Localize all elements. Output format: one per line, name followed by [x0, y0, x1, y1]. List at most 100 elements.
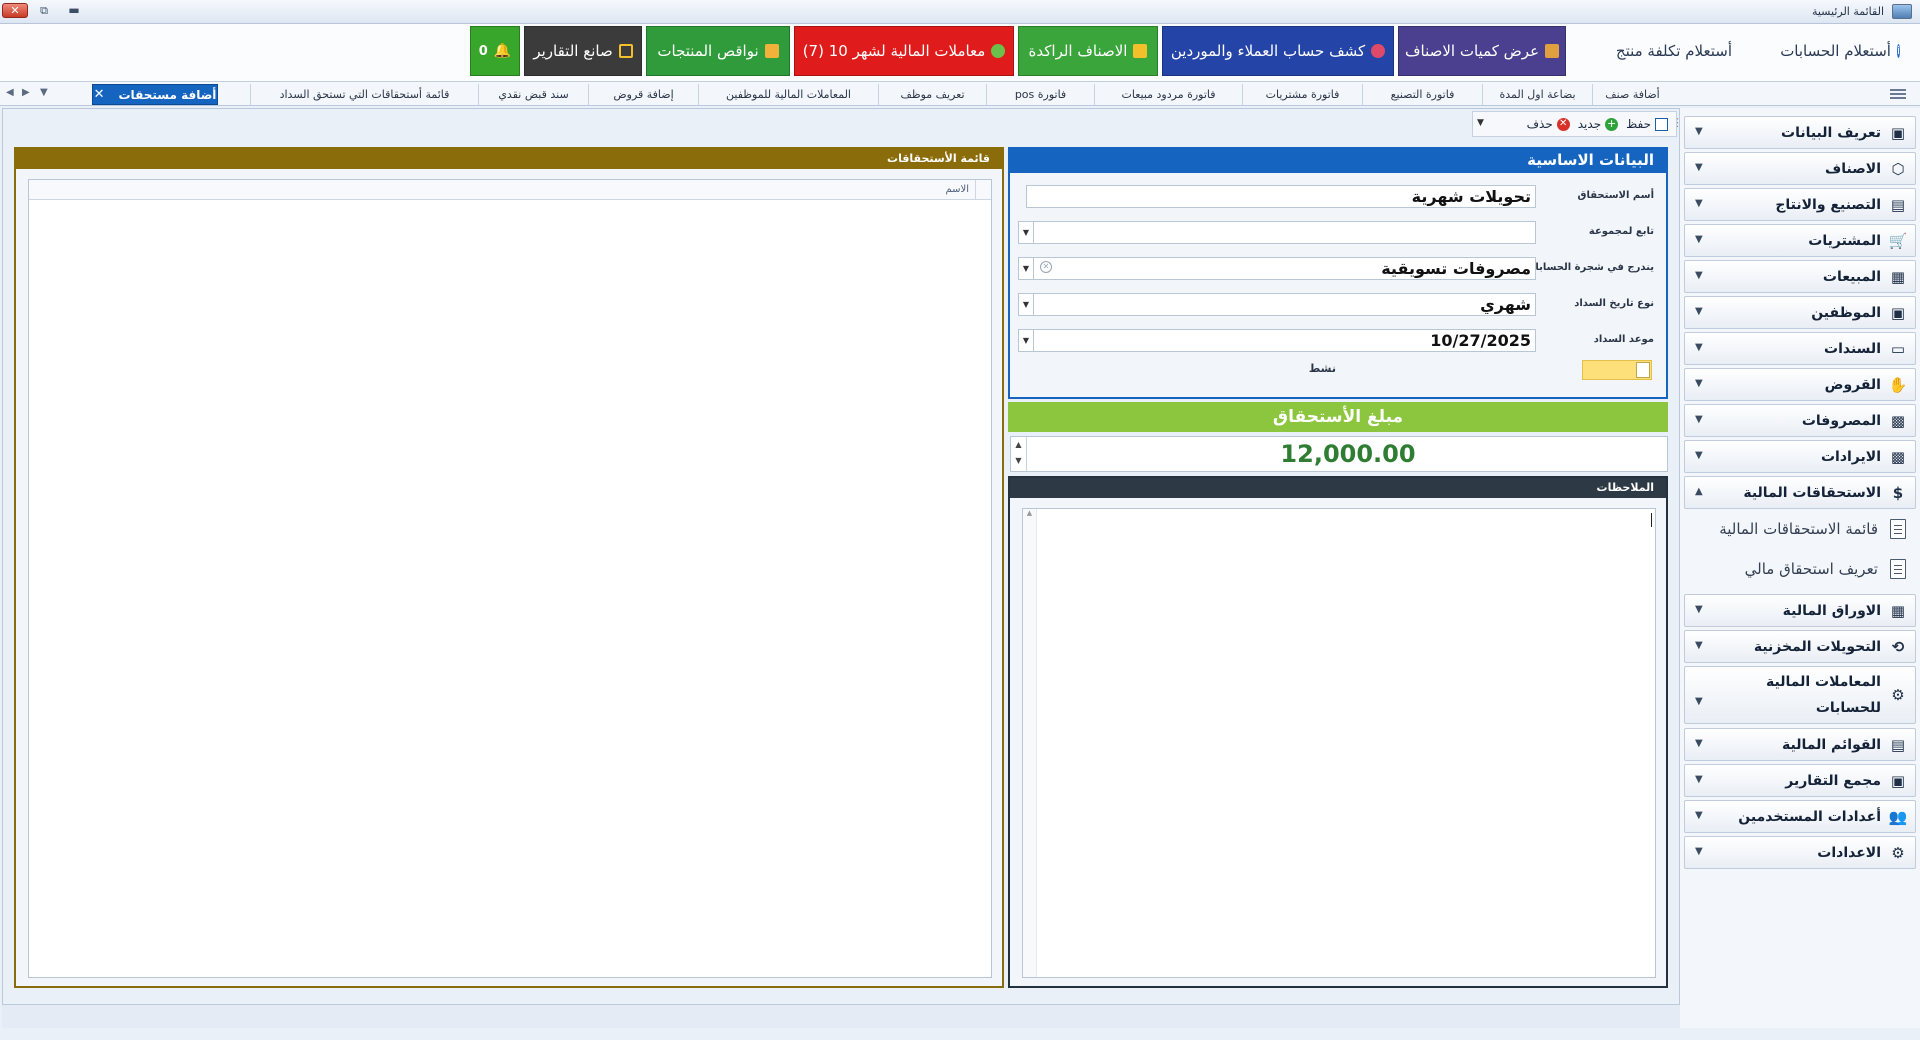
tab-scroll-left-icon[interactable]: ◀	[6, 87, 14, 98]
product-shortages-label: نواقص المنتجات	[657, 42, 759, 60]
account-tree-select[interactable]: مصروفات تسويقية	[1026, 257, 1536, 280]
notes-scrollbar[interactable]: ▲	[1023, 509, 1037, 977]
report-maker-button[interactable]: صانع التقارير	[524, 26, 642, 76]
chevron-down-icon: ▼	[1695, 378, 1703, 389]
tab-label: إضافة قروض	[613, 88, 674, 101]
due-name-input[interactable]: تحويلات شهرية	[1026, 185, 1536, 208]
sidebar-item-manufacturing[interactable]: ▤ التصنيع والانتاج ▼	[1684, 188, 1916, 221]
sidebar-subitem-dues-list[interactable]: قائمة الاستحقاقات المالية	[1696, 512, 1906, 546]
tab-opening-stock[interactable]: بضاعة اول المدة	[1482, 84, 1592, 105]
sidebar-item-financial-statements[interactable]: ▤ القوائم المالية ▼	[1684, 728, 1916, 761]
tab-add-item[interactable]: أضافة صنف	[1592, 84, 1672, 105]
restore-window-button[interactable]: ⧉	[34, 4, 54, 18]
toolbar-dropdown-icon[interactable]: ▼	[1477, 118, 1484, 128]
tab-purchase-invoice[interactable]: فاتورة مشتريات	[1242, 84, 1362, 105]
group-select[interactable]	[1026, 221, 1536, 244]
column-name-header[interactable]: الاسم	[945, 184, 969, 195]
sidebar-item-settings[interactable]: ⚙ الاعدادات ▼	[1684, 836, 1916, 869]
chevron-down-icon: ▼	[1695, 846, 1703, 857]
calendar-dropdown-icon[interactable]: ▼	[1018, 329, 1034, 352]
minimize-window-button[interactable]: ▬	[64, 4, 84, 18]
revenues-icon: ▩	[1890, 447, 1906, 466]
new-button[interactable]: + جديد	[1578, 116, 1619, 131]
sidebar-item-loans[interactable]: ✋ القروض ▼	[1684, 368, 1916, 401]
tab-label: بضاعة اول المدة	[1499, 88, 1576, 101]
notes-textarea[interactable]: ▲	[1022, 508, 1656, 978]
sidebar-item-reports-hub[interactable]: ▣ مجمع التقارير ▼	[1684, 764, 1916, 797]
plus-icon: +	[1605, 116, 1619, 131]
sidebar-item-sales[interactable]: ▦ المبيعات ▼	[1684, 260, 1916, 293]
amount-value: 12,000.00	[1280, 440, 1416, 468]
tab-add-loans[interactable]: إضافة قروض	[588, 84, 698, 105]
sidebar-item-label: أعدادات المستخدمين	[1738, 808, 1881, 825]
financial-transactions-button[interactable]: معاملات المالية لشهر 10 (7)	[794, 26, 1014, 76]
field-due-date: موعد السداد 10/27/2025 ▼	[1010, 327, 1666, 353]
chevron-down-icon: ▼	[1695, 414, 1703, 425]
sidebar-item-user-settings[interactable]: 👥 أعدادات المستخدمين ▼	[1684, 800, 1916, 833]
sidebar-subitem-define-due[interactable]: تعريف استحقاق مالي	[1696, 552, 1906, 586]
close-tab-icon[interactable]: ✕	[94, 87, 105, 102]
group-label: تابع لمجموعة	[1588, 226, 1654, 237]
tab-sales-return-invoice[interactable]: فاتورة مردود مبيعات	[1094, 84, 1242, 105]
sidebar-item-employees[interactable]: ▣ الموظفين ▼	[1684, 296, 1916, 329]
dues-grid[interactable]: الاسم	[28, 179, 992, 978]
accounts-inquiry-label: أستعلام الحسابات	[1780, 42, 1891, 60]
tab-scroll-right-icon[interactable]: ▶	[22, 87, 30, 98]
tab-manufacturing-invoice[interactable]: فاتورة التصنيع	[1362, 84, 1482, 105]
delete-button[interactable]: ✕ حذف	[1527, 117, 1570, 131]
sidebar-item-expenses[interactable]: ▩ المصروفات ▼	[1684, 404, 1916, 437]
tab-pos-invoice[interactable]: فاتورة pos	[986, 84, 1094, 105]
financial-transactions-label: معاملات المالية لشهر 10 (7)	[802, 42, 986, 60]
due-date-input[interactable]: 10/27/2025	[1026, 329, 1536, 352]
amount-spinner[interactable]: ▲ ▼	[1011, 437, 1027, 471]
tab-list-dropdown-icon[interactable]: ▼	[40, 87, 48, 98]
notifications-button[interactable]: 🔔 0	[470, 26, 520, 76]
save-button[interactable]: حفظ	[1626, 117, 1668, 131]
tab-add-dues[interactable]: أضافة مستحقات ✕	[92, 84, 218, 105]
product-cost-inquiry-button[interactable]: أستعلام تكلفة منتج	[1616, 26, 1738, 76]
sidebar-item-purchases[interactable]: 🛒 المشتريات ▼	[1684, 224, 1916, 257]
customer-supplier-statement-button[interactable]: كشف حساب العملاء والموردين	[1162, 26, 1394, 76]
active-label: نشط	[1308, 362, 1336, 375]
sidebar-item-account-transactions[interactable]: ⚙ المعاملات المالية للحسابات ▼	[1684, 666, 1916, 724]
sidebar-item-stock-transfers[interactable]: ⟲ التحويلات المخزنية ▼	[1684, 630, 1916, 663]
product-shortages-button[interactable]: نواقص المنتجات	[646, 26, 790, 76]
sidebar-item-label: القوائم المالية	[1782, 736, 1881, 753]
delete-icon: ✕	[1556, 117, 1570, 131]
accounts-inquiry-button[interactable]: i أستعلام الحسابات	[1780, 26, 1900, 76]
tab-cash-receipt[interactable]: سند قبض نقدي	[478, 84, 588, 105]
payment-date-type-select[interactable]: شهري	[1026, 293, 1536, 316]
chevron-down-icon: ▼	[1695, 774, 1703, 785]
account-tree-dropdown-icon[interactable]: ▼	[1018, 257, 1034, 280]
tab-define-employee[interactable]: تعريف موظف	[878, 84, 986, 105]
close-window-button[interactable]: ✕	[2, 3, 28, 18]
securities-icon: ▦	[1890, 601, 1906, 620]
menu-icon[interactable]	[1890, 89, 1906, 99]
active-row: نشط	[1010, 357, 1666, 383]
chevron-down-icon: ▼	[1695, 270, 1703, 281]
show-item-quantities-button[interactable]: عرض كميات الاصناف	[1398, 26, 1566, 76]
handshake-icon: ✋	[1888, 375, 1908, 394]
report-maker-label: صانع التقارير	[533, 42, 613, 60]
active-toggle[interactable]	[1582, 360, 1652, 380]
tab-due-payments-list[interactable]: قائمة أستحقاقات التي تستحق السداد	[250, 84, 478, 105]
sidebar-item-vouchers[interactable]: ▭ السندات ▼	[1684, 332, 1916, 365]
briefcase-icon: ▤	[1890, 735, 1906, 754]
slow-items-button[interactable]: الاصناف الراكدة	[1018, 26, 1158, 76]
sidebar-item-items[interactable]: ⬡ الاصناف ▼	[1684, 152, 1916, 185]
payment-date-type-dropdown-icon[interactable]: ▼	[1018, 293, 1034, 316]
group-dropdown-icon[interactable]: ▼	[1018, 221, 1034, 244]
pie-chart-icon	[1371, 44, 1386, 58]
amount-title: مبلغ الأستحقاق	[1008, 402, 1668, 432]
sidebar-item-revenues[interactable]: ▩ الايرادات ▼	[1684, 440, 1916, 473]
tab-label: سند قبض نقدي	[498, 88, 569, 101]
tab-employee-transactions[interactable]: المعاملات المالية للموظفين	[698, 84, 878, 105]
title-bar: ✕ ⧉ ▬ القائمة الرئيسية	[0, 0, 1920, 24]
chevron-down-icon: ▼	[1695, 604, 1703, 615]
sidebar-item-label: تعريف البيانات	[1781, 124, 1881, 141]
amount-input[interactable]: ▲ ▼ 12,000.00	[1010, 436, 1668, 472]
sidebar-item-securities[interactable]: ▦ الاوراق المالية ▼	[1684, 594, 1916, 627]
sidebar-item-financial-dues[interactable]: $ الاستحقاقات المالية ▲	[1684, 476, 1916, 509]
sidebar-item-data-definition[interactable]: ▣ تعريف البيانات ▼	[1684, 116, 1916, 149]
clear-icon[interactable]: ✕	[1040, 261, 1052, 273]
